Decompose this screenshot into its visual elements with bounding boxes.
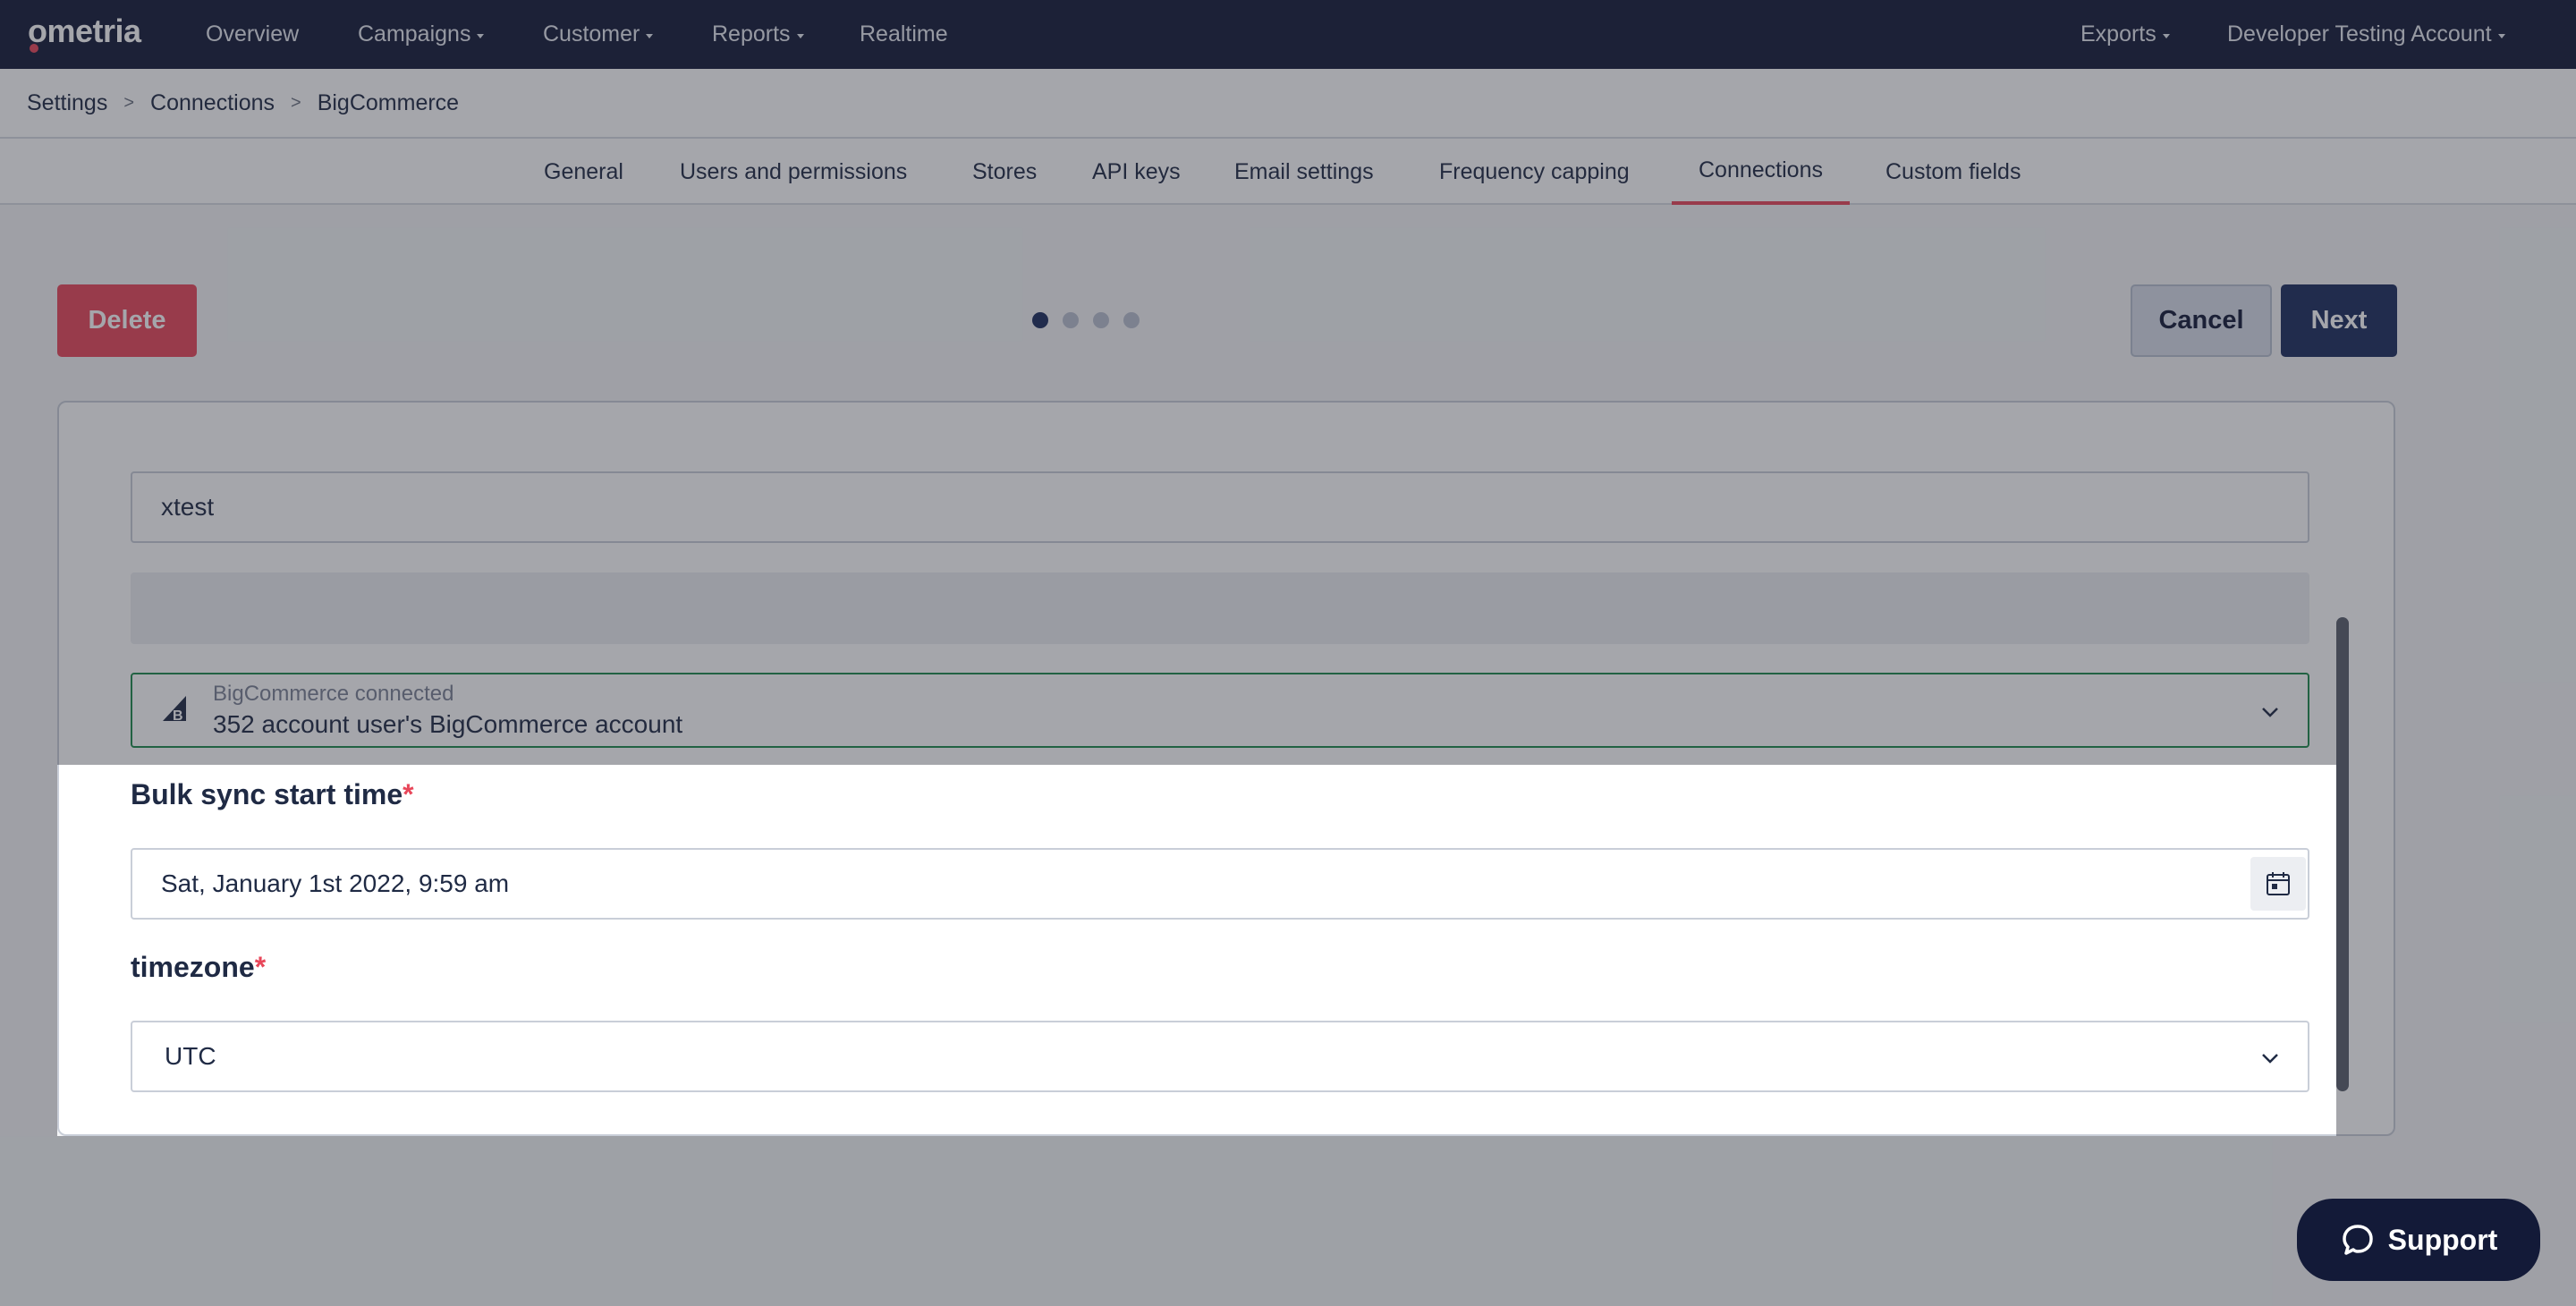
chat-bubble-icon [2342, 1225, 2373, 1255]
required-marker: * [254, 951, 267, 983]
bulk-sync-label: Bulk sync start time* [131, 778, 414, 811]
dim-overlay [0, 765, 57, 1136]
required-marker: * [402, 778, 414, 810]
support-button[interactable]: Support [2297, 1199, 2540, 1281]
chevron-down-icon [2262, 1054, 2278, 1064]
support-label: Support [2387, 1223, 2498, 1256]
calendar-icon [2267, 872, 2290, 895]
bulk-sync-value: Sat, January 1st 2022, 9:59 am [161, 869, 510, 897]
timezone-label-text: timezone [131, 951, 255, 983]
dim-overlay [2336, 765, 2576, 1136]
bulk-sync-label-text: Bulk sync start time [131, 778, 403, 810]
timezone-label: timezone* [131, 951, 266, 984]
timezone-value: UTC [165, 1042, 216, 1070]
timezone-select[interactable]: UTC [131, 1021, 2309, 1092]
dim-overlay [0, 1136, 2576, 1306]
bulk-sync-datetime-input[interactable]: Sat, January 1st 2022, 9:59 am [131, 848, 2309, 920]
dim-overlay [0, 0, 2576, 765]
calendar-button[interactable] [2250, 857, 2306, 911]
